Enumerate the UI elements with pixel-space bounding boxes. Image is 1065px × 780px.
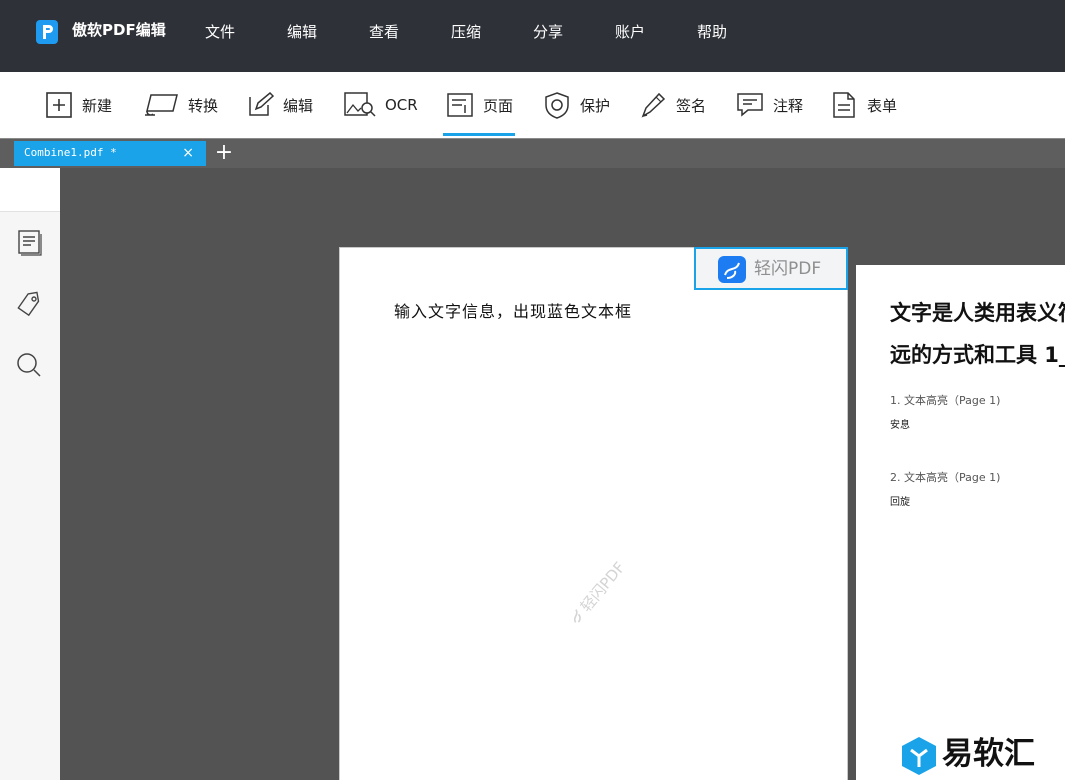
site-watermark-logo: 易软汇 bbox=[896, 732, 1065, 780]
annotation-item-title: 2. 文本高亮（Page 1) bbox=[890, 471, 1001, 484]
ocr-icon bbox=[343, 90, 377, 120]
title-bar: 傲软PDF编辑 文件 编辑 查看 压缩 分享 账户 帮助 bbox=[0, 0, 1065, 72]
page2-heading-line1: 文字是人类用表义符 bbox=[890, 301, 1065, 325]
page-icon bbox=[445, 90, 475, 120]
brand-logo-icon bbox=[718, 256, 746, 283]
tool-edit-label: 编辑 bbox=[283, 96, 314, 115]
menu-account[interactable]: 账户 bbox=[615, 22, 645, 42]
tool-sign-button[interactable]: 签名 bbox=[638, 72, 706, 138]
tool-page-label: 页面 bbox=[483, 96, 514, 115]
brand-badge-text: 轻闪PDF bbox=[754, 259, 822, 279]
watermark-text: 轻闪PDF bbox=[576, 558, 629, 616]
tab-combine1[interactable]: Combine1.pdf * × bbox=[14, 141, 206, 166]
hexagon-logo-icon bbox=[900, 736, 938, 780]
tool-convert-label: 转换 bbox=[188, 96, 219, 115]
search-icon[interactable] bbox=[14, 350, 44, 380]
app-logo-icon bbox=[36, 20, 58, 44]
tool-comment-button[interactable]: 注释 bbox=[735, 72, 803, 138]
sidebar-header bbox=[0, 168, 60, 212]
annotation-item-note: 回旋 bbox=[890, 497, 910, 508]
tool-form-button[interactable]: 表单 bbox=[829, 72, 897, 138]
main-toolbar: 新建 转换 编辑 OCR 页面 保护 签名 注释 表单 bbox=[0, 72, 1065, 138]
menu-view[interactable]: 查看 bbox=[369, 22, 399, 42]
tool-page-button[interactable]: 页面 bbox=[442, 72, 516, 138]
form-icon bbox=[829, 90, 859, 120]
tab-label: Combine1.pdf * bbox=[24, 146, 117, 159]
tool-ocr-label: OCR bbox=[385, 96, 418, 114]
pen-icon bbox=[638, 90, 668, 120]
menu-edit[interactable]: 编辑 bbox=[287, 22, 317, 42]
convert-icon bbox=[142, 90, 180, 120]
tool-ocr-button[interactable]: OCR bbox=[343, 72, 418, 138]
tool-protect-label: 保护 bbox=[580, 96, 611, 115]
menu-compress[interactable]: 压缩 bbox=[451, 22, 481, 42]
tool-new-label: 新建 bbox=[82, 96, 113, 115]
tool-convert-button[interactable]: 转换 bbox=[142, 72, 218, 138]
shield-icon bbox=[542, 90, 572, 120]
tool-new-button[interactable]: 新建 bbox=[44, 72, 112, 138]
tool-form-label: 表单 bbox=[867, 96, 898, 115]
plus-box-icon bbox=[44, 90, 74, 120]
annotation-item-title: 1. 文本高亮（Page 1) bbox=[890, 394, 1001, 407]
pdf-page-2[interactable]: 文字是人类用表义符 远的方式和工具 1_ 1. 文本高亮（Page 1) 安息 … bbox=[856, 265, 1065, 780]
close-icon[interactable]: × bbox=[182, 146, 194, 160]
comment-icon bbox=[735, 90, 765, 120]
tool-sign-label: 签名 bbox=[676, 96, 707, 115]
annotation-item-note: 安息 bbox=[890, 420, 910, 431]
left-sidebar bbox=[0, 168, 60, 780]
page1-text[interactable]: 输入文字信息，出现蓝色文本框 bbox=[394, 298, 632, 322]
pdf-page-1[interactable]: 输入文字信息，出现蓝色文本框 轻闪PDF bbox=[339, 247, 848, 780]
app-title: 傲软PDF编辑 bbox=[72, 21, 166, 39]
site-logo-text: 易软汇 bbox=[942, 736, 1035, 772]
menu-file[interactable]: 文件 bbox=[205, 22, 235, 42]
add-tab-button[interactable]: + bbox=[214, 142, 234, 164]
tool-protect-button[interactable]: 保护 bbox=[542, 72, 610, 138]
page2-heading-line2: 远的方式和工具 1_ bbox=[890, 343, 1065, 367]
menu-share[interactable]: 分享 bbox=[533, 22, 563, 42]
thumbnails-icon[interactable] bbox=[14, 228, 44, 258]
tag-icon[interactable] bbox=[14, 290, 44, 320]
edit-icon bbox=[245, 90, 275, 120]
tool-comment-label: 注释 bbox=[773, 96, 804, 115]
document-tab-strip: Combine1.pdf * × + bbox=[0, 138, 1065, 168]
tool-edit-button[interactable]: 编辑 bbox=[245, 72, 313, 138]
brand-badge: 轻闪PDF bbox=[694, 247, 848, 290]
page-watermark: 轻闪PDF bbox=[564, 557, 630, 630]
menu-help[interactable]: 帮助 bbox=[697, 22, 727, 42]
